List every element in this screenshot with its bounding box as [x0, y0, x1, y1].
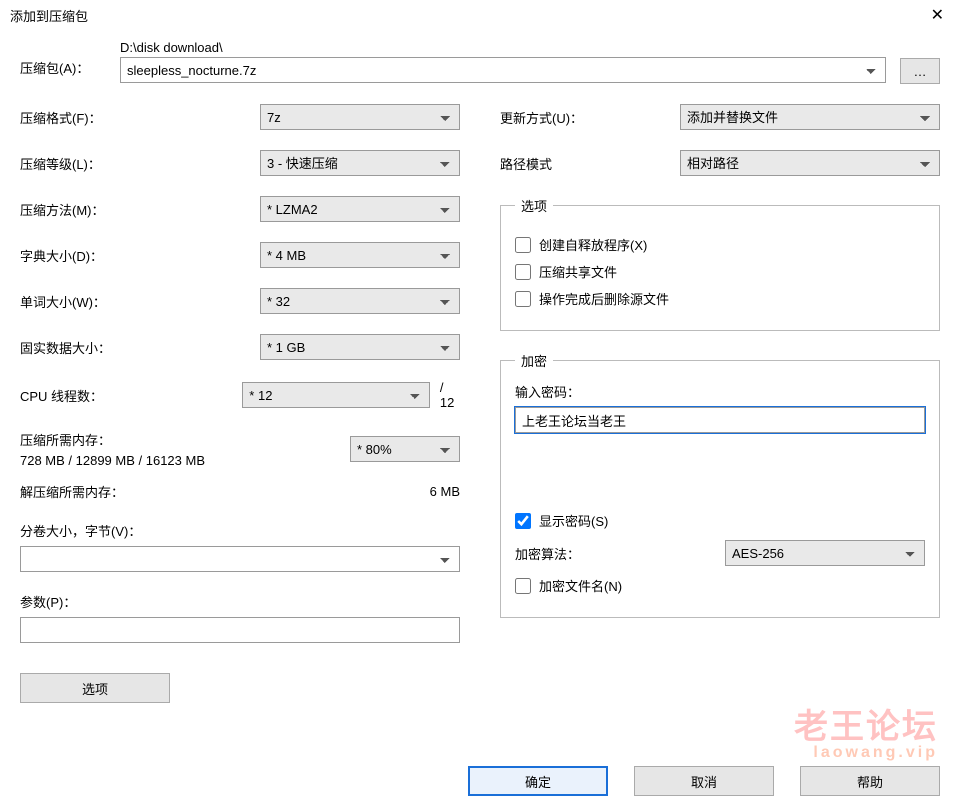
encrypt-legend: 加密: [515, 351, 553, 370]
checkbox-delete-label: 操作完成后删除源文件: [539, 289, 669, 308]
enc-method-select[interactable]: AES-256: [725, 540, 925, 566]
method-select[interactable]: * LZMA2: [260, 196, 460, 222]
dict-select[interactable]: * 4 MB: [260, 242, 460, 268]
ellipsis-icon: …: [914, 64, 927, 79]
close-icon[interactable]: ✕: [925, 5, 950, 25]
ok-button[interactable]: 确定: [468, 766, 608, 796]
checkbox-sfx[interactable]: 创建自释放程序(X): [515, 235, 925, 254]
archive-filename-select[interactable]: sleepless_nocturne.7z: [120, 57, 886, 83]
dict-label: 字典大小(D)：: [20, 246, 260, 265]
row-format: 压缩格式(F)： 7z: [20, 104, 460, 130]
params-label: 参数(P)：: [20, 592, 460, 611]
checkbox-showpwd[interactable]: 显示密码(S): [515, 511, 925, 530]
archive-label: 压缩包(A)：: [20, 40, 120, 77]
level-label: 压缩等级(L)：: [20, 154, 260, 173]
encrypt-spacer: [515, 433, 925, 503]
compress-mem-block: 压缩所需内存： 728 MB / 12899 MB / 16123 MB: [20, 430, 350, 468]
checkbox-enc-filenames[interactable]: 加密文件名(N): [515, 576, 925, 595]
method-label: 压缩方法(M)：: [20, 200, 260, 219]
volume-label: 分卷大小，字节(V)：: [20, 521, 460, 540]
level-select[interactable]: 3 - 快速压缩: [260, 150, 460, 176]
row-dict: 字典大小(D)： * 4 MB: [20, 242, 460, 268]
row-cpu: CPU 线程数： * 12 / 12: [20, 380, 460, 410]
checkbox-delete-input[interactable]: [515, 291, 531, 307]
titlebar: 添加到压缩包 ✕: [0, 0, 960, 30]
row-compress-mem: 压缩所需内存： 728 MB / 12899 MB / 16123 MB * 8…: [20, 430, 460, 468]
encrypt-fieldset: 加密 输入密码： 显示密码(S) 加密算法： AES-256 加密文件名(N): [500, 351, 940, 618]
archive-dir: D:\disk download\: [120, 40, 886, 55]
checkbox-shared-input[interactable]: [515, 264, 531, 280]
footer: 确定 取消 帮助: [468, 766, 940, 796]
row-decompress-mem: 解压缩所需内存： 6 MB: [20, 482, 460, 501]
row-update: 更新方式(U)： 添加并替换文件: [500, 104, 940, 130]
row-word: 单词大小(W)： * 32: [20, 288, 460, 314]
browse-button[interactable]: …: [900, 58, 940, 84]
enc-method-label: 加密算法：: [515, 544, 725, 563]
word-label: 单词大小(W)：: [20, 292, 260, 311]
row-pathmode: 路径模式 相对路径: [500, 150, 940, 176]
options-fieldset: 选项 创建自释放程序(X) 压缩共享文件 操作完成后删除源文件: [500, 196, 940, 331]
update-label: 更新方式(U)：: [500, 108, 680, 127]
archive-path-column: D:\disk download\ sleepless_nocturne.7z: [120, 40, 886, 83]
watermark-line1: 老王论坛: [794, 699, 938, 748]
columns: 压缩格式(F)： 7z 压缩等级(L)： 3 - 快速压缩 压缩方法(M)： *…: [20, 104, 940, 703]
word-select[interactable]: * 32: [260, 288, 460, 314]
compress-mem-pct-select[interactable]: * 80%: [350, 436, 460, 462]
row-level: 压缩等级(L)： 3 - 快速压缩: [20, 150, 460, 176]
cpu-total: / 12: [430, 380, 460, 410]
options-button-label: 选项: [82, 679, 108, 698]
decompress-mem-label: 解压缩所需内存：: [20, 482, 430, 501]
decompress-mem-value: 6 MB: [430, 484, 460, 499]
format-label: 压缩格式(F)：: [20, 108, 260, 127]
checkbox-shared[interactable]: 压缩共享文件: [515, 262, 925, 281]
checkbox-delete[interactable]: 操作完成后删除源文件: [515, 289, 925, 308]
cancel-button[interactable]: 取消: [634, 766, 774, 796]
pathmode-select[interactable]: 相对路径: [680, 150, 940, 176]
pathmode-label: 路径模式: [500, 154, 680, 173]
solid-select[interactable]: * 1 GB: [260, 334, 460, 360]
checkbox-enc-filenames-input[interactable]: [515, 578, 531, 594]
format-select[interactable]: 7z: [260, 104, 460, 130]
solid-label: 固实数据大小：: [20, 338, 260, 357]
compress-mem-label: 压缩所需内存：: [20, 430, 350, 449]
password-label: 输入密码：: [515, 382, 925, 401]
volume-select[interactable]: [20, 546, 460, 572]
checkbox-showpwd-input[interactable]: [515, 513, 531, 529]
right-column: 更新方式(U)： 添加并替换文件 路径模式 相对路径 选项 创建自释放程序(X)…: [500, 104, 940, 703]
compress-mem-detail: 728 MB / 12899 MB / 16123 MB: [20, 453, 350, 468]
watermark: 老王论坛 laowang.vip: [794, 699, 938, 762]
checkbox-showpwd-label: 显示密码(S): [539, 511, 608, 530]
update-select[interactable]: 添加并替换文件: [680, 104, 940, 130]
checkbox-enc-filenames-label: 加密文件名(N): [539, 576, 622, 595]
cpu-select[interactable]: * 12: [242, 382, 430, 408]
row-solid: 固实数据大小： * 1 GB: [20, 334, 460, 360]
watermark-line2: laowang.vip: [794, 744, 938, 762]
checkbox-sfx-input[interactable]: [515, 237, 531, 253]
options-button[interactable]: 选项: [20, 673, 170, 703]
window-title: 添加到压缩包: [10, 6, 925, 25]
left-column: 压缩格式(F)： 7z 压缩等级(L)： 3 - 快速压缩 压缩方法(M)： *…: [20, 104, 460, 703]
checkbox-sfx-label: 创建自释放程序(X): [539, 235, 647, 254]
dialog-content: 压缩包(A)： D:\disk download\ sleepless_noct…: [0, 30, 960, 703]
password-input[interactable]: [515, 407, 925, 433]
archive-row: 压缩包(A)： D:\disk download\ sleepless_noct…: [20, 40, 940, 84]
help-button[interactable]: 帮助: [800, 766, 940, 796]
options-legend: 选项: [515, 196, 553, 215]
cpu-label: CPU 线程数：: [20, 386, 242, 405]
row-enc-method: 加密算法： AES-256: [515, 540, 925, 566]
params-input[interactable]: [20, 617, 460, 643]
checkbox-shared-label: 压缩共享文件: [539, 262, 617, 281]
row-method: 压缩方法(M)： * LZMA2: [20, 196, 460, 222]
